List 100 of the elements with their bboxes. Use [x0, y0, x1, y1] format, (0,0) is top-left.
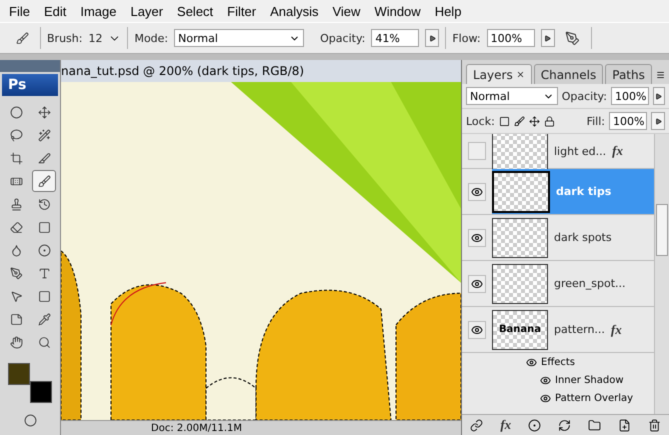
visibility-toggle[interactable] [468, 320, 486, 338]
panel-tab[interactable]: Paths [605, 64, 652, 84]
layer-thumbnail [492, 170, 550, 212]
type-tool-icon [38, 266, 50, 280]
visibility-toggle[interactable] [468, 182, 486, 200]
trash-icon [648, 418, 661, 432]
visibility-toggle[interactable] [468, 142, 486, 160]
scrollbar[interactable] [654, 134, 669, 414]
opacity-stepper[interactable] [425, 29, 440, 47]
new-layer-icon [618, 418, 631, 432]
menu-item[interactable]: Image [73, 4, 124, 18]
crop-tool-icon [10, 152, 22, 164]
effects-label: Effects [541, 356, 575, 368]
opacity-stepper[interactable] [652, 87, 665, 105]
eye-icon [471, 324, 483, 336]
hand-tool-icon [10, 336, 22, 348]
eye-icon[interactable] [526, 356, 537, 368]
eraser-tool-icon [10, 220, 22, 234]
panel-menu-icon[interactable] [656, 70, 665, 80]
flow-label: Flow: [452, 32, 481, 44]
tool-button[interactable] [32, 170, 56, 192]
fill-label: Fill: [586, 114, 605, 128]
foreground-color-swatch[interactable] [8, 363, 30, 385]
lock-position-icon [528, 116, 540, 126]
mode-label: Mode: [134, 32, 168, 44]
marquee-tool-icon [10, 106, 22, 118]
layer-row[interactable]: green_spot... [492, 261, 654, 306]
menu-item[interactable]: Select [170, 4, 220, 18]
document-size-status: Doc: 2.00M/11.1M [151, 422, 242, 434]
menu-item[interactable]: Edit [36, 4, 74, 18]
add-style-button[interactable]: fx [500, 417, 512, 433]
brush-tool-icon [38, 174, 50, 188]
move-tool-icon [38, 106, 50, 118]
zoom-tool-icon [38, 336, 50, 348]
lasso-tool-icon [10, 128, 22, 142]
fill-stepper[interactable] [651, 112, 665, 130]
slice-tool-icon [38, 152, 50, 164]
layer-row[interactable]: dark spots [492, 215, 654, 260]
lock-all-icon [544, 116, 555, 126]
eye-icon [471, 232, 483, 244]
panel-tab[interactable]: Layers [466, 64, 532, 84]
panel-tab[interactable]: Channels [534, 64, 604, 84]
triangle-icon [544, 34, 552, 42]
effect-name: Pattern Overlay [555, 392, 634, 404]
eye-icon [471, 278, 483, 290]
visibility-toggle[interactable] [468, 274, 486, 292]
menu-item[interactable]: Window [367, 4, 428, 18]
link-icon [470, 418, 484, 432]
panel-grip[interactable] [0, 60, 60, 72]
menu-item[interactable]: Filter [220, 4, 264, 18]
pen-tool-icon [10, 266, 22, 280]
shape-tool-icon [38, 290, 50, 302]
layer-opacity-field[interactable]: 100% [610, 87, 649, 105]
background-color-swatch[interactable] [30, 381, 52, 403]
menu-item[interactable]: Analysis [263, 4, 326, 18]
folder-icon [588, 418, 601, 432]
mode-dropdown[interactable]: Normal [174, 29, 304, 47]
brush-label: Brush: [47, 32, 82, 44]
layer-thumbnail [492, 134, 548, 171]
triangle-icon [654, 118, 662, 124]
visibility-toggle[interactable] [468, 228, 486, 246]
opacity-field[interactable]: 41% [371, 29, 420, 47]
effect-name: Inner Shadow [555, 374, 624, 386]
blur-tool-icon [10, 244, 22, 256]
triangle-icon [655, 92, 662, 100]
quick-mask-icon [24, 414, 36, 426]
triangle-icon [428, 34, 436, 42]
layer-thumbnail: Banana [492, 310, 548, 350]
brush-icon [16, 32, 28, 44]
menu-item[interactable]: File [2, 4, 37, 18]
eyedropper-tool-icon [38, 312, 50, 326]
menu-item[interactable]: Layer [124, 4, 170, 18]
lock-transparency-icon [498, 116, 510, 126]
flow-stepper[interactable] [540, 29, 555, 47]
eye-icon[interactable] [540, 374, 551, 386]
layer-thumbnail [492, 264, 548, 304]
wand-tool-icon [38, 128, 50, 142]
notes-tool-icon [10, 312, 22, 326]
opacity-label: Opacity: [562, 90, 607, 102]
effects-label: fx [612, 143, 623, 159]
opacity-label: Opacity: [320, 32, 366, 44]
layer-thumbnail [492, 218, 548, 258]
layer-row[interactable]: Banana pattern... fx [492, 307, 654, 352]
mask-icon [528, 418, 542, 432]
app-logo: Ps [2, 74, 58, 96]
blend-mode-dropdown[interactable]: Normal [466, 87, 558, 105]
menu-item[interactable]: Help [428, 4, 468, 18]
flow-field[interactable]: 100% [486, 29, 535, 47]
menu-item[interactable]: View [325, 4, 368, 18]
stamp-tool-icon [10, 198, 22, 210]
lock-label: Lock: [466, 114, 495, 128]
layer-row[interactable]: light ed... fx [492, 134, 654, 168]
fill-field[interactable]: 100% [609, 112, 647, 130]
effects-label: fx [610, 322, 622, 338]
path-tool-icon [10, 290, 22, 302]
eye-icon [471, 186, 483, 198]
close-icon[interactable] [516, 70, 525, 79]
history-tool-icon [38, 198, 50, 210]
brush-size: 12 [88, 32, 102, 44]
eye-icon[interactable] [540, 392, 551, 404]
